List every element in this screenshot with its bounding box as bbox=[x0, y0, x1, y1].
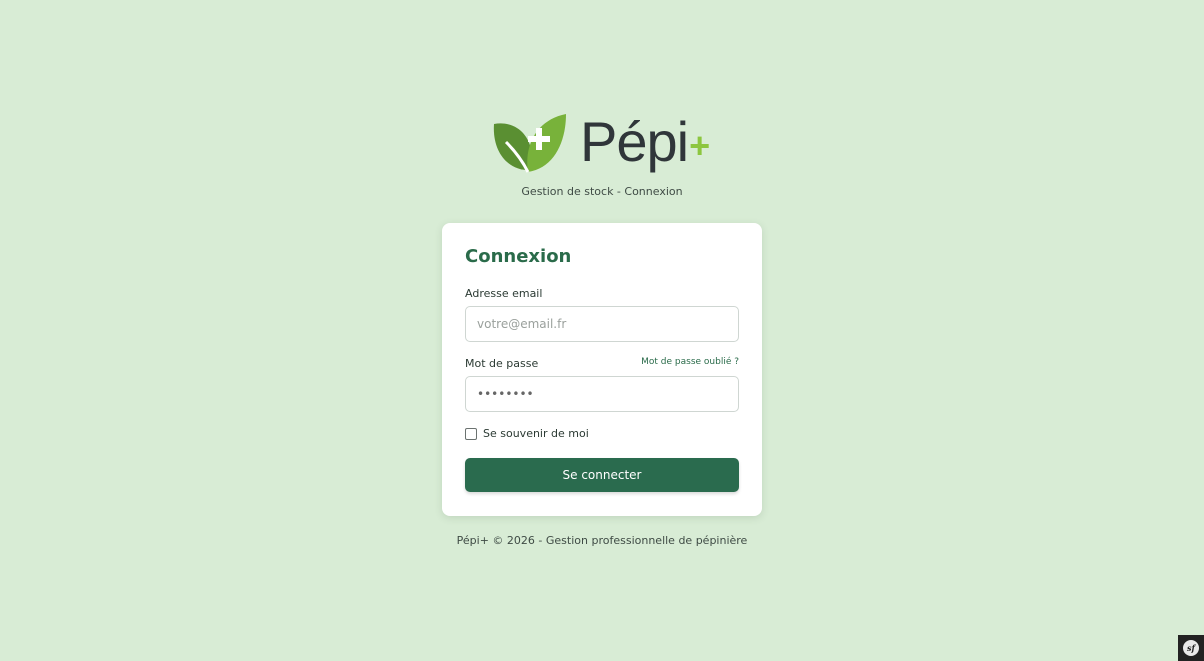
email-field[interactable] bbox=[465, 306, 739, 342]
brand-plus: + bbox=[689, 125, 711, 166]
login-button[interactable]: Se connecter bbox=[465, 458, 739, 492]
remember-label: Se souvenir de moi bbox=[483, 427, 589, 440]
remember-checkbox[interactable] bbox=[465, 427, 477, 440]
app-logo: Pépi + bbox=[492, 112, 710, 176]
leaf-plus-icon bbox=[493, 114, 566, 173]
debug-toolbar-toggle[interactable]: sf bbox=[1178, 635, 1204, 661]
forgot-password-link[interactable]: Mot de passe oublié ? bbox=[641, 357, 739, 367]
login-title: Connexion bbox=[465, 246, 572, 267]
page-subtitle: Gestion de stock - Connexion bbox=[521, 185, 683, 198]
password-field[interactable] bbox=[465, 376, 739, 412]
password-label: Mot de passe bbox=[465, 357, 539, 370]
email-label: Adresse email bbox=[465, 287, 543, 300]
brand-name: Pépi bbox=[580, 110, 689, 173]
page-footer: Pépi+ © 2026 - Gestion professionnelle d… bbox=[456, 534, 748, 547]
login-card: Connexion Adresse email Mot de passe Mot… bbox=[442, 223, 762, 516]
remember-me[interactable]: Se souvenir de moi bbox=[465, 427, 589, 440]
symfony-icon: sf bbox=[1183, 640, 1199, 656]
